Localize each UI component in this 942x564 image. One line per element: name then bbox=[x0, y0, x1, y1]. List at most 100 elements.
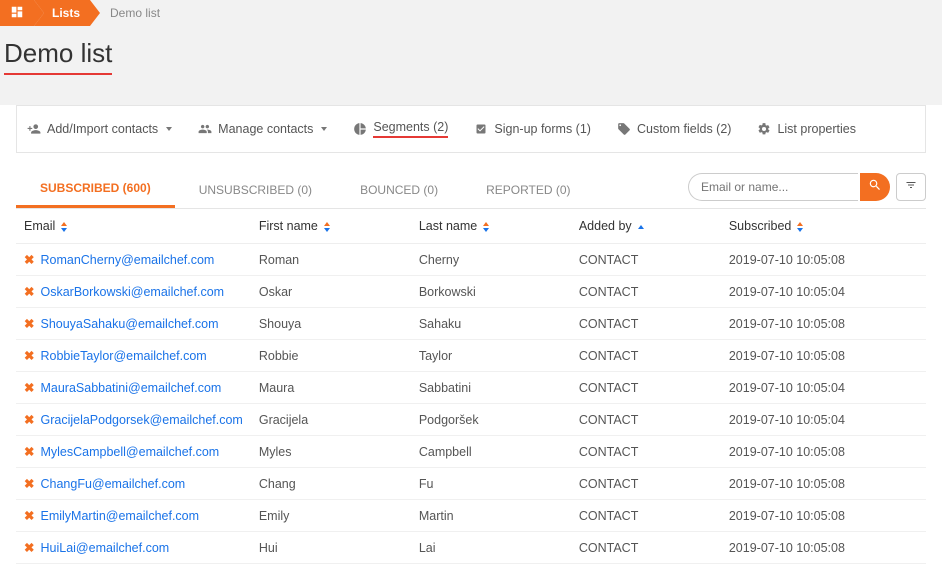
cell-last-name: Sabbatini bbox=[411, 372, 571, 404]
tab-reported[interactable]: REPORTED (0) bbox=[462, 173, 594, 207]
tab-bounced[interactable]: BOUNCED (0) bbox=[336, 173, 462, 207]
cell-added-by: CONTACT bbox=[571, 372, 721, 404]
chevron-down-icon bbox=[166, 127, 172, 131]
email-link[interactable]: RobbieTaylor@emailchef.com bbox=[40, 349, 206, 363]
cell-first-name: Hui bbox=[251, 532, 411, 564]
cell-added-by: CONTACT bbox=[571, 532, 721, 564]
col-email-label: Email bbox=[24, 219, 55, 233]
cell-subscribed: 2019-07-10 10:05:04 bbox=[721, 404, 926, 436]
cell-last-name: Taylor bbox=[411, 340, 571, 372]
email-link[interactable]: RomanCherny@emailchef.com bbox=[40, 253, 214, 267]
chevron-down-icon bbox=[321, 127, 327, 131]
cell-first-name: Oskar bbox=[251, 276, 411, 308]
cell-subscribed: 2019-07-10 10:05:08 bbox=[721, 244, 926, 276]
table-row: ✖ GracijelaPodgorsek@emailchef.com Gracije… bbox=[16, 404, 926, 436]
table-row: ✖ OskarBorkowski@emailchef.com OskarBorkow… bbox=[16, 276, 926, 308]
table-header-row: Email First name Last name Added by Subs… bbox=[16, 209, 926, 244]
delete-row-icon[interactable]: ✖ bbox=[24, 477, 34, 491]
sort-icon bbox=[797, 222, 803, 232]
cell-added-by: CONTACT bbox=[571, 404, 721, 436]
dashboard-icon bbox=[10, 5, 24, 22]
col-first-name-label: First name bbox=[259, 219, 318, 233]
cell-added-by: CONTACT bbox=[571, 340, 721, 372]
delete-row-icon[interactable]: ✖ bbox=[24, 349, 34, 363]
cell-last-name: Cherny bbox=[411, 244, 571, 276]
search-input[interactable] bbox=[688, 173, 858, 201]
cell-last-name: Fu bbox=[411, 468, 571, 500]
email-link[interactable]: ChangFu@emailchef.com bbox=[40, 477, 185, 491]
filter-icon bbox=[905, 179, 917, 194]
users-icon bbox=[198, 122, 212, 136]
search-icon bbox=[868, 178, 882, 195]
cell-first-name: Gracijela bbox=[251, 404, 411, 436]
cell-first-name: Robbie bbox=[251, 340, 411, 372]
cell-first-name: Shouya bbox=[251, 308, 411, 340]
cell-first-name: Maura bbox=[251, 372, 411, 404]
cell-last-name: Podgoršek bbox=[411, 404, 571, 436]
tags-icon bbox=[617, 122, 631, 136]
sort-icon bbox=[324, 222, 330, 232]
add-import-label: Add/Import contacts bbox=[47, 122, 158, 136]
email-link[interactable]: ShouyaSahaku@emailchef.com bbox=[40, 317, 218, 331]
delete-row-icon[interactable]: ✖ bbox=[24, 381, 34, 395]
cell-first-name: Emily bbox=[251, 500, 411, 532]
table-row: ✖ ShouyaSahaku@emailchef.com ShouyaSahakuC… bbox=[16, 308, 926, 340]
col-subscribed[interactable]: Subscribed bbox=[721, 209, 926, 244]
table-row: ✖MylesCampbell@emailchef.comMylesCampbel… bbox=[16, 436, 926, 468]
cell-subscribed: 2019-07-10 10:05:04 bbox=[721, 276, 926, 308]
gear-icon bbox=[757, 122, 771, 136]
col-email[interactable]: Email bbox=[16, 209, 251, 244]
delete-row-icon[interactable]: ✖ bbox=[24, 317, 34, 331]
table-row: ✖HuiLai@emailchef.comHuiLaiCONTACT2019-0… bbox=[16, 532, 926, 564]
custom-fields-button[interactable]: Custom fields (2) bbox=[617, 122, 731, 136]
breadcrumb-home[interactable] bbox=[0, 0, 34, 26]
sort-icon bbox=[483, 222, 489, 232]
header-area: Demo list bbox=[0, 26, 942, 105]
col-added-by-label: Added by bbox=[579, 219, 632, 233]
cell-last-name: Campbell bbox=[411, 436, 571, 468]
col-added-by[interactable]: Added by bbox=[571, 209, 721, 244]
col-last-name-label: Last name bbox=[419, 219, 477, 233]
add-import-contacts-button[interactable]: Add/Import contacts bbox=[27, 122, 172, 136]
email-link[interactable]: OskarBorkowski@emailchef.com bbox=[40, 285, 224, 299]
table-row: ✖ChangFu@emailchef.comChangFuCONTACT2019… bbox=[16, 468, 926, 500]
delete-row-icon[interactable]: ✖ bbox=[24, 413, 34, 427]
table-row: ✖ RobbieTaylor@emailchef.com RobbieTaylorC… bbox=[16, 340, 926, 372]
delete-row-icon[interactable]: ✖ bbox=[24, 285, 34, 299]
list-properties-button[interactable]: List properties bbox=[757, 122, 856, 136]
cell-subscribed: 2019-07-10 10:05:08 bbox=[721, 340, 926, 372]
email-link[interactable]: EmilyMartin@emailchef.com bbox=[40, 509, 199, 523]
email-link[interactable]: HuiLai@emailchef.com bbox=[40, 541, 169, 555]
manage-contacts-button[interactable]: Manage contacts bbox=[198, 122, 327, 136]
cell-last-name: Sahaku bbox=[411, 308, 571, 340]
cell-subscribed: 2019-07-10 10:05:08 bbox=[721, 308, 926, 340]
cell-added-by: CONTACT bbox=[571, 308, 721, 340]
email-link[interactable]: MauraSabbatini@emailchef.com bbox=[40, 381, 221, 395]
delete-row-icon[interactable]: ✖ bbox=[24, 445, 34, 459]
list-properties-label: List properties bbox=[777, 122, 856, 136]
email-link[interactable]: MylesCampbell@emailchef.com bbox=[40, 445, 219, 459]
cell-last-name: Borkowski bbox=[411, 276, 571, 308]
checkbox-icon bbox=[474, 122, 488, 136]
segments-button[interactable]: Segments (2) bbox=[353, 120, 448, 138]
delete-row-icon[interactable]: ✖ bbox=[24, 541, 34, 555]
table-row: ✖EmilyMartin@emailchef.comEmilyMartinCON… bbox=[16, 500, 926, 532]
delete-row-icon[interactable]: ✖ bbox=[24, 509, 34, 523]
segments-label: Segments (2) bbox=[373, 120, 448, 138]
tabs-row: SUBSCRIBED (600) UNSUBSCRIBED (0) BOUNCE… bbox=[16, 171, 926, 209]
tab-unsubscribed[interactable]: UNSUBSCRIBED (0) bbox=[175, 173, 336, 207]
cell-added-by: CONTACT bbox=[571, 244, 721, 276]
col-last-name[interactable]: Last name bbox=[411, 209, 571, 244]
delete-row-icon[interactable]: ✖ bbox=[24, 253, 34, 267]
tab-subscribed[interactable]: SUBSCRIBED (600) bbox=[16, 171, 175, 208]
cell-first-name: Roman bbox=[251, 244, 411, 276]
search-button[interactable] bbox=[860, 173, 890, 201]
email-link[interactable]: GracijelaPodgorsek@emailchef.com bbox=[40, 413, 242, 427]
signup-forms-button[interactable]: Sign-up forms (1) bbox=[474, 122, 591, 136]
cell-subscribed: 2019-07-10 10:05:08 bbox=[721, 436, 926, 468]
cell-subscribed: 2019-07-10 10:05:04 bbox=[721, 372, 926, 404]
col-first-name[interactable]: First name bbox=[251, 209, 411, 244]
page-title: Demo list bbox=[4, 38, 112, 75]
breadcrumb-current: Demo list bbox=[90, 6, 170, 20]
filter-button[interactable] bbox=[896, 173, 926, 201]
